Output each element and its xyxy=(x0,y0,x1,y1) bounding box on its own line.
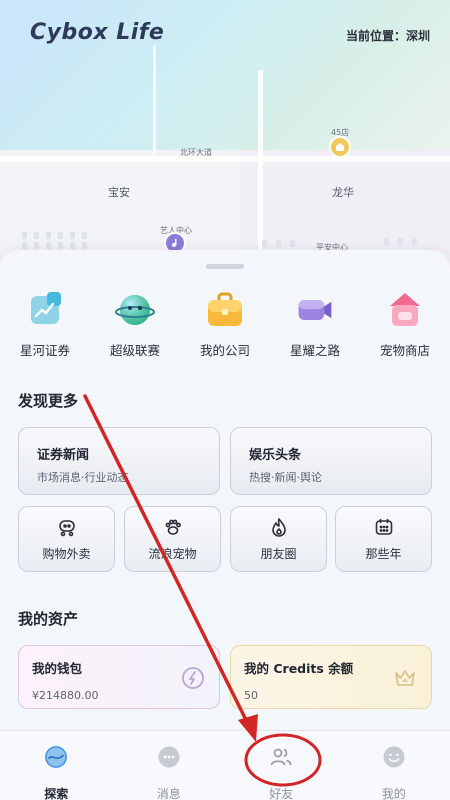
card-entertainment-news[interactable]: 娱乐头条 热搜·新闻·舆论 xyxy=(230,427,432,495)
tile-stray-pets[interactable]: 流浪宠物 xyxy=(124,506,221,572)
card-subtitle: 热搜·新闻·舆论 xyxy=(249,471,322,484)
app-my-company[interactable]: 我的公司 xyxy=(180,290,270,360)
tab-messages[interactable]: 消息 xyxy=(113,731,226,800)
cart-icon xyxy=(57,517,77,537)
app-label: 我的公司 xyxy=(199,343,250,358)
map-label-road: 北环大道 xyxy=(180,148,212,157)
card-subtitle: 市场消息·行业动态 xyxy=(37,471,129,484)
map-building xyxy=(384,238,389,245)
map-building xyxy=(290,240,295,247)
map-building xyxy=(34,232,39,239)
app-label: 星河证券 xyxy=(19,343,70,358)
app-super-league[interactable]: 超级联赛 xyxy=(90,290,180,360)
tab-me[interactable]: 我的 xyxy=(338,731,450,800)
tab-label: 消息 xyxy=(156,787,181,800)
app-label: 宠物商店 xyxy=(379,343,430,358)
app-label: 星耀之路 xyxy=(289,343,340,358)
wallet-balance: ¥214880.00 xyxy=(32,689,99,702)
tile-label: 那些年 xyxy=(365,546,402,561)
crown-icon xyxy=(395,670,415,686)
message-icon xyxy=(157,745,181,769)
pet-shop-icon xyxy=(385,290,425,330)
map-road-vertical xyxy=(258,70,263,260)
card-my-credits[interactable]: 我的 Credits 余额 50 xyxy=(230,645,432,709)
card-title: 娱乐头条 xyxy=(249,448,302,463)
tab-label: 探索 xyxy=(44,787,69,800)
map-label-district-baoan: 宝安 xyxy=(108,186,130,199)
map-building xyxy=(46,242,51,249)
card-my-wallet[interactable]: 我的钱包 ¥214880.00 xyxy=(18,645,220,709)
flame-icon xyxy=(269,517,289,537)
section-title-discover: 发现更多 xyxy=(18,392,79,410)
map-road-vertical-minor xyxy=(153,45,156,155)
map-building xyxy=(22,232,27,239)
coin-icon xyxy=(182,667,204,689)
map-building xyxy=(398,238,403,245)
app-pet-shop[interactable]: 宠物商店 xyxy=(360,290,450,360)
map-building xyxy=(82,232,87,239)
map-label-district-longhua: 龙华 xyxy=(332,186,354,199)
planet-icon xyxy=(115,290,155,330)
map-building xyxy=(22,242,27,249)
tile-label: 流浪宠物 xyxy=(148,546,197,561)
map-building xyxy=(412,238,417,245)
tab-explore[interactable]: 探索 xyxy=(0,731,113,800)
map-building xyxy=(70,242,75,249)
app-shortcuts: 星河证券 超级联赛 我的公司 星耀之路 宠物商店 xyxy=(0,290,450,360)
tab-label: 好友 xyxy=(269,787,294,800)
app-label: 超级联赛 xyxy=(109,343,160,358)
map-building xyxy=(82,242,87,249)
sheet-drag-handle[interactable] xyxy=(206,264,244,269)
map-pin-store-icon[interactable] xyxy=(329,136,351,158)
app-star-road[interactable]: 星耀之路 xyxy=(270,290,360,360)
tile-label: 朋友圈 xyxy=(260,546,297,561)
tab-label: 我的 xyxy=(381,787,406,800)
map-building xyxy=(58,242,63,249)
map-building xyxy=(276,240,281,247)
chart-icon xyxy=(25,290,65,330)
camera-icon xyxy=(295,290,335,330)
tile-moments[interactable]: 朋友圈 xyxy=(230,506,327,572)
tile-those-years[interactable]: 那些年 xyxy=(335,506,432,572)
card-title: 证券新闻 xyxy=(37,448,90,463)
tab-friends[interactable]: 好友 xyxy=(225,731,338,800)
explore-sheet: 星河证券 超级联赛 我的公司 星耀之路 宠物商店 发现更多 证券新闻 市场消息·… xyxy=(0,250,450,750)
map-building xyxy=(34,242,39,249)
paw-icon xyxy=(163,517,183,537)
map-road-north-ring xyxy=(0,156,450,162)
profile-icon xyxy=(382,745,406,769)
bottom-tab-bar: 探索 消息 好友 我的 xyxy=(0,730,450,800)
credits-balance: 50 xyxy=(244,689,258,702)
app-securities[interactable]: 星河证券 xyxy=(0,290,90,360)
current-location[interactable]: 当前位置：深圳 xyxy=(346,27,430,44)
tile-label: 购物外卖 xyxy=(42,546,91,561)
section-title-assets: 我的资产 xyxy=(18,610,79,628)
explore-icon xyxy=(44,745,68,769)
map-building xyxy=(70,232,75,239)
friends-icon xyxy=(269,745,293,769)
app-brand: Cybox Life xyxy=(30,20,165,45)
map-building xyxy=(46,232,51,239)
city-map[interactable]: 北环大道 宝安 龙华 艺人中心 平安中心 45店 Cybox Life 当前位置… xyxy=(0,0,450,290)
map-building xyxy=(58,232,63,239)
tile-shopping-delivery[interactable]: 购物外卖 xyxy=(18,506,115,572)
calendar-icon xyxy=(374,517,394,537)
map-building xyxy=(262,240,267,247)
briefcase-icon xyxy=(205,290,245,330)
card-securities-news[interactable]: 证券新闻 市场消息·行业动态 xyxy=(18,427,220,495)
